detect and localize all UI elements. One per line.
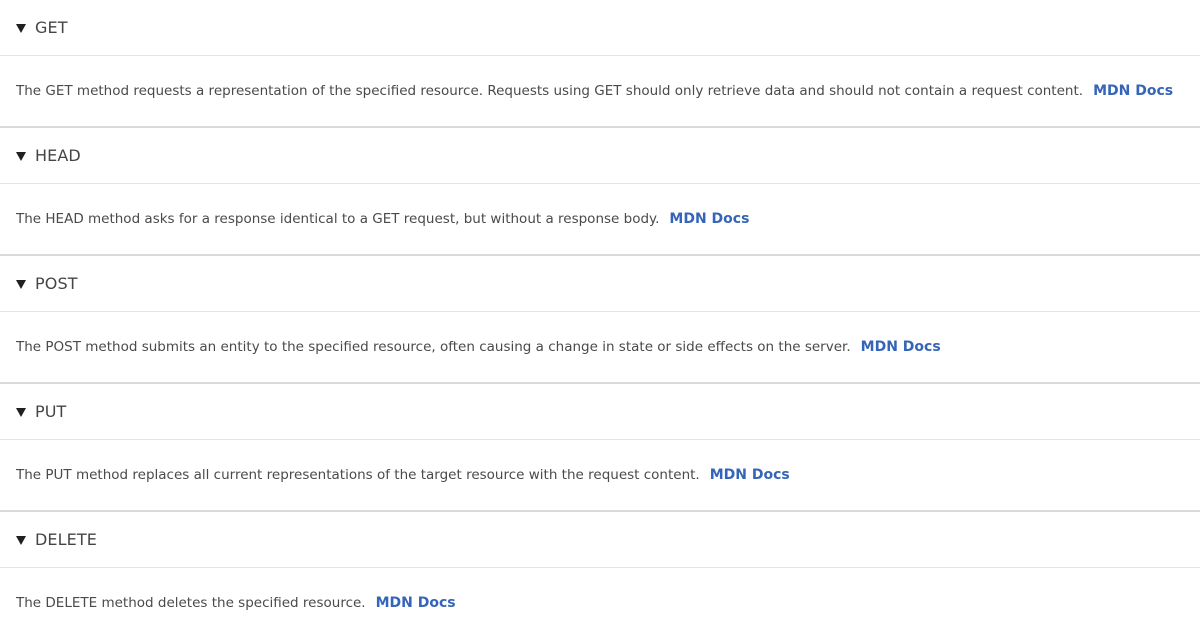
- method-details-post: The POST method submits an entity to the…: [0, 312, 1200, 382]
- method-description: The HEAD method asks for a response iden…: [16, 211, 660, 227]
- method-section-post: POST The POST method submits an entity t…: [0, 256, 1200, 384]
- method-name: GET: [35, 18, 68, 37]
- method-name: DELETE: [35, 530, 97, 549]
- method-name: HEAD: [35, 146, 81, 165]
- triangle-down-icon[interactable]: [16, 23, 26, 33]
- method-details-put: The PUT method replaces all current repr…: [0, 440, 1200, 510]
- method-section-put: PUT The PUT method replaces all current …: [0, 384, 1200, 512]
- mdn-docs-link[interactable]: MDN Docs: [1093, 83, 1173, 99]
- method-summary-put[interactable]: PUT: [0, 384, 1200, 440]
- triangle-down-icon[interactable]: [16, 535, 26, 545]
- method-summary-get[interactable]: GET: [0, 0, 1200, 56]
- method-description: The DELETE method deletes the specified …: [16, 595, 366, 611]
- triangle-down-icon[interactable]: [16, 407, 26, 417]
- http-methods-accordion: GET The GET method requests a representa…: [0, 0, 1200, 640]
- triangle-down-icon[interactable]: [16, 279, 26, 289]
- method-section-get: GET The GET method requests a representa…: [0, 0, 1200, 128]
- method-summary-head[interactable]: HEAD: [0, 128, 1200, 184]
- triangle-down-icon[interactable]: [16, 151, 26, 161]
- method-description: The PUT method replaces all current repr…: [16, 467, 700, 483]
- method-summary-delete[interactable]: DELETE: [0, 512, 1200, 568]
- method-details-head: The HEAD method asks for a response iden…: [0, 184, 1200, 254]
- mdn-docs-link[interactable]: MDN Docs: [376, 595, 456, 611]
- method-section-delete: DELETE The DELETE method deletes the spe…: [0, 512, 1200, 640]
- method-description: The POST method submits an entity to the…: [16, 339, 851, 355]
- method-details-get: The GET method requests a representation…: [0, 56, 1200, 126]
- mdn-docs-link[interactable]: MDN Docs: [669, 211, 749, 227]
- method-name: POST: [35, 274, 78, 293]
- method-name: PUT: [35, 402, 67, 421]
- method-section-head: HEAD The HEAD method asks for a response…: [0, 128, 1200, 256]
- method-summary-post[interactable]: POST: [0, 256, 1200, 312]
- method-description: The GET method requests a representation…: [16, 83, 1084, 99]
- mdn-docs-link[interactable]: MDN Docs: [861, 339, 941, 355]
- method-details-delete: The DELETE method deletes the specified …: [0, 568, 1200, 638]
- mdn-docs-link[interactable]: MDN Docs: [710, 467, 790, 483]
